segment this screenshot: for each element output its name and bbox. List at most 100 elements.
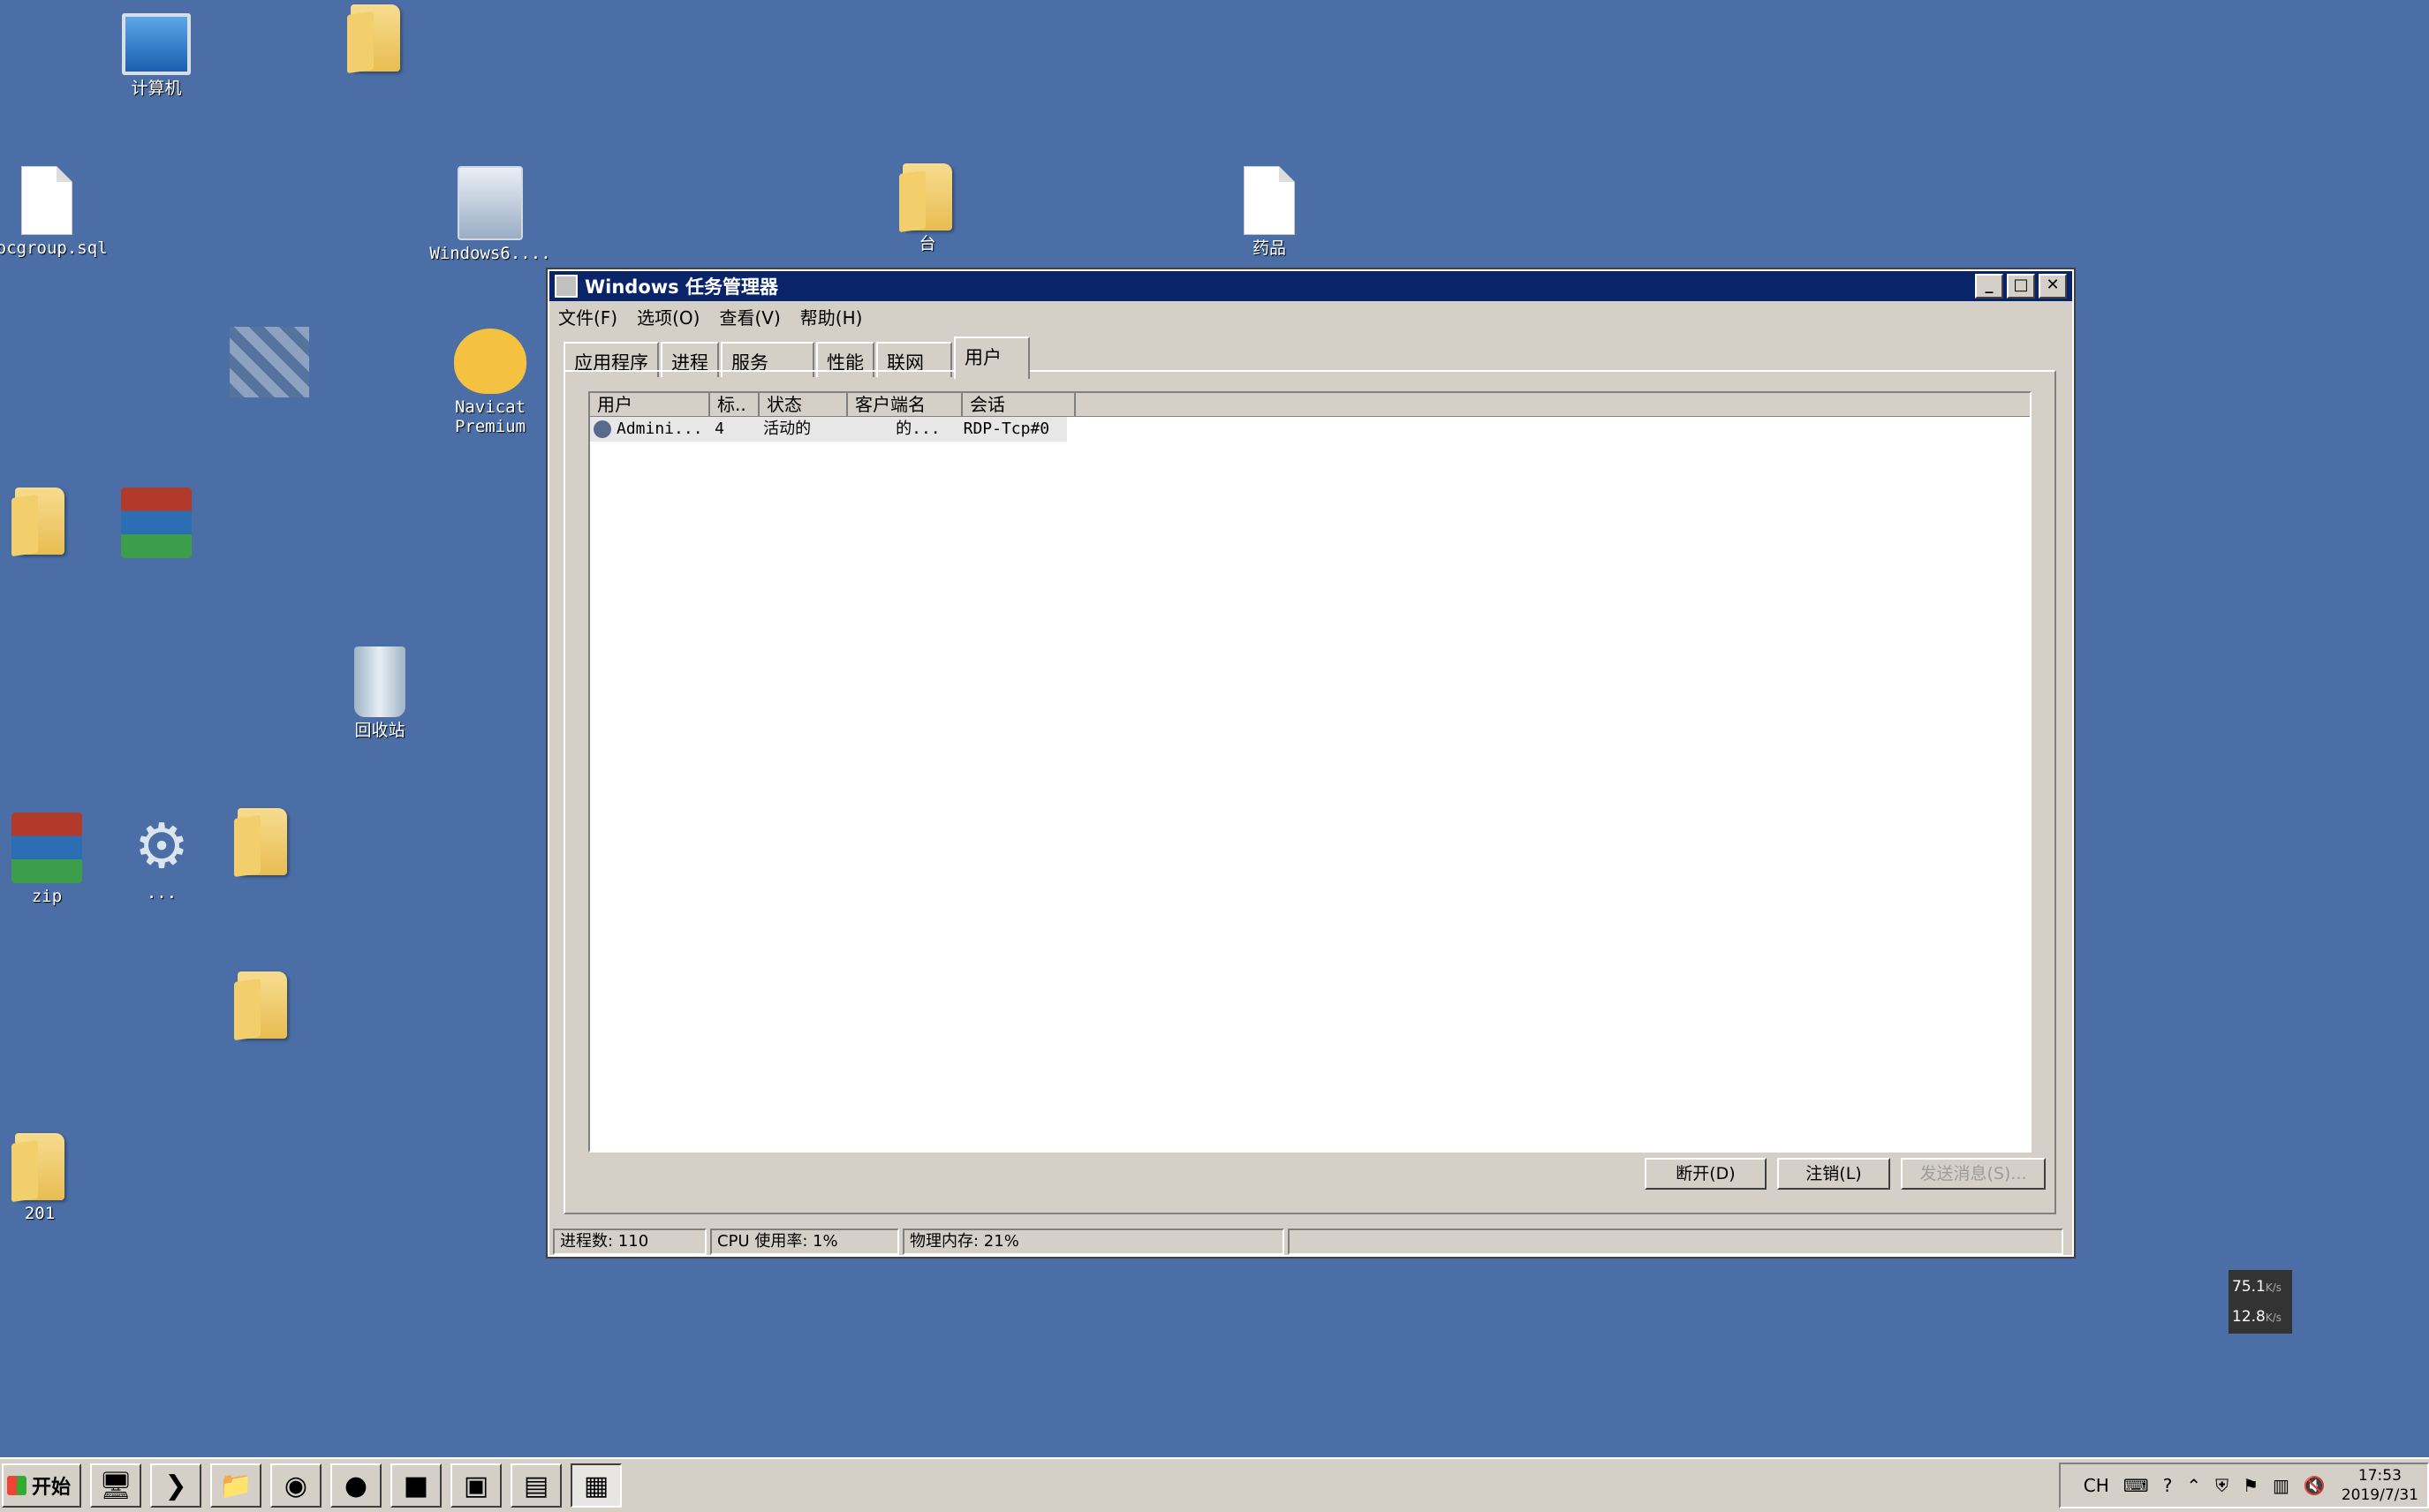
desktop-icon-recycle-bin[interactable]: 回收站 bbox=[305, 646, 455, 740]
folder-icon bbox=[15, 488, 64, 555]
folder-icon bbox=[903, 163, 952, 231]
gear-icon: ⚙ bbox=[133, 810, 190, 882]
security-icon[interactable]: ⛨ bbox=[2215, 1475, 2228, 1496]
column-id[interactable]: 标.. bbox=[710, 393, 760, 416]
column-status[interactable]: 状态 bbox=[760, 393, 848, 416]
filezilla-taskbar-button[interactable]: ■ bbox=[390, 1463, 443, 1508]
task-manager-icon: ▦ bbox=[583, 1470, 609, 1501]
menu-help[interactable]: 帮助(H) bbox=[800, 304, 863, 329]
windows-logo-icon bbox=[7, 1476, 26, 1495]
explorer-taskbar-button[interactable]: 📁 bbox=[210, 1463, 262, 1508]
desktop-icon-docgroup-sql[interactable]: docgroup.sql bbox=[0, 166, 122, 258]
powershell-taskbar-button[interactable]: ❯ bbox=[150, 1463, 202, 1508]
desktop-icon-folder[interactable] bbox=[187, 971, 337, 1039]
logoff-button[interactable]: 注销(L) bbox=[1777, 1158, 1890, 1190]
status-cpu: CPU 使用率: 1% bbox=[710, 1228, 899, 1255]
user-icon bbox=[594, 420, 611, 438]
app-taskbar-button[interactable]: ▣ bbox=[450, 1463, 503, 1508]
list-header: 用户 标.. 状态 客户端名 会话 bbox=[590, 393, 2030, 417]
column-user[interactable]: 用户 bbox=[590, 393, 710, 416]
filezilla-icon: ■ bbox=[403, 1470, 429, 1501]
desktop-icon-app[interactable] bbox=[81, 488, 231, 558]
minimize-button[interactable]: _ bbox=[1975, 274, 2003, 299]
app-icon: ▣ bbox=[463, 1470, 489, 1501]
help-icon[interactable]: ? bbox=[2163, 1475, 2173, 1496]
desktop-icon-label: docgroup.sql bbox=[0, 238, 108, 258]
network-icon[interactable]: ▥ bbox=[2273, 1475, 2289, 1496]
desktop-icon-navicat[interactable]: Navicat Premium bbox=[415, 329, 565, 436]
tab-strip: 应用程序 进程 服务 性能 联网 用户 bbox=[564, 336, 1032, 379]
desktop-icon-label: Navicat Premium bbox=[454, 397, 526, 436]
desktop-icon-folder[interactable] bbox=[300, 4, 450, 72]
cell-user: Admini... bbox=[590, 417, 708, 442]
cell-status: 活动的 bbox=[763, 420, 812, 438]
upload-speed: 75.1K/s bbox=[2232, 1278, 2282, 1296]
cell-user-text: Admini... bbox=[617, 420, 703, 438]
installer-icon bbox=[458, 166, 523, 240]
tab-users[interactable]: 用户 bbox=[954, 336, 1030, 379]
download-speed: 12.8K/s bbox=[2232, 1308, 2282, 1326]
flag-icon[interactable]: ⚑ bbox=[2243, 1475, 2259, 1496]
computer-icon bbox=[122, 13, 191, 75]
file-icon bbox=[1244, 166, 1295, 235]
volume-muted-icon[interactable]: 🔇 bbox=[2304, 1475, 2326, 1496]
language-indicator[interactable]: CH bbox=[2084, 1475, 2109, 1496]
status-processes: 进程数: 110 bbox=[553, 1228, 707, 1255]
menu-file[interactable]: 文件(F) bbox=[558, 304, 617, 329]
file-icon bbox=[21, 166, 72, 235]
title-bar[interactable]: Windows 任务管理器 _ □ ✕ bbox=[549, 271, 2072, 301]
disconnect-button[interactable]: 断开(D) bbox=[1645, 1158, 1767, 1190]
taskbar: 开始 🖥 ❯ 📁 ◉ ● ■ ▣ ▤ ▦ CH ⌨ ? ⌃ ⛨ ⚑ ▥ 🔇 17… bbox=[0, 1457, 2429, 1512]
desktop-icon-label: ... bbox=[146, 883, 178, 903]
window-title: Windows 任务管理器 bbox=[585, 276, 778, 298]
server-manager-taskbar-button[interactable]: 🖥 bbox=[90, 1463, 142, 1508]
send-message-button[interactable]: 发送消息(S)... bbox=[1901, 1158, 2046, 1190]
menu-options[interactable]: 选项(O) bbox=[637, 304, 700, 329]
users-panel: 用户 标.. 状态 客户端名 会话 Admini... 4 活动的 的... R… bbox=[564, 370, 2056, 1214]
desktop-icon-medicine-file[interactable]: 药品 bbox=[1194, 166, 1344, 258]
net-speed-widget: 75.1K/s 12.8K/s bbox=[2228, 1270, 2292, 1334]
menu-view[interactable]: 查看(V) bbox=[719, 304, 780, 329]
close-button[interactable]: ✕ bbox=[2039, 274, 2067, 299]
clock[interactable]: 17:53 2019/7/31 bbox=[2342, 1466, 2418, 1505]
system-tray: CH ⌨ ? ⌃ ⛨ ⚑ ▥ 🔇 17:53 2019/7/31 bbox=[2058, 1463, 2429, 1508]
folder-icon bbox=[238, 808, 287, 875]
table-row[interactable]: Admini... 4 活动的 的... RDP-Tcp#0 bbox=[590, 417, 1067, 442]
folder-icon: 📁 bbox=[219, 1470, 253, 1501]
desktop-icon-label: 药品 bbox=[1252, 238, 1286, 258]
desktop-icon-label: 201 bbox=[24, 1204, 56, 1223]
terminal-taskbar-button[interactable]: ▤ bbox=[511, 1463, 563, 1508]
app-icon bbox=[121, 488, 192, 558]
server-icon: 🖥 bbox=[98, 1470, 133, 1501]
chrome-icon: ◉ bbox=[284, 1470, 308, 1501]
task-manager-taskbar-button[interactable]: ▦ bbox=[571, 1463, 623, 1508]
desktop-icon-folder[interactable] bbox=[187, 808, 337, 875]
keyboard-icon[interactable]: ⌨ bbox=[2123, 1475, 2149, 1496]
menu-bar: 文件(F) 选项(O) 查看(V) 帮助(H) bbox=[549, 301, 2072, 331]
column-client-name[interactable]: 客户端名 bbox=[848, 393, 963, 416]
desktop-icon-label: 台 bbox=[919, 234, 936, 253]
task-manager-window: Windows 任务管理器 _ □ ✕ 文件(F) 选项(O) 查看(V) 帮助… bbox=[546, 268, 2076, 1259]
winrar-icon bbox=[11, 813, 82, 883]
terminal-icon: ▤ bbox=[523, 1470, 549, 1501]
chrome-taskbar-button[interactable]: ◉ bbox=[270, 1463, 322, 1508]
column-session[interactable]: 会话 bbox=[963, 393, 1076, 416]
desktop-icon-folder-platform[interactable]: 台 bbox=[852, 163, 1003, 253]
show-hidden-icons-icon[interactable]: ⌃ bbox=[2186, 1475, 2201, 1496]
start-label: 开始 bbox=[32, 1477, 72, 1499]
status-memory: 物理内存: 21% bbox=[903, 1228, 1284, 1255]
desktop-icon-blurred[interactable] bbox=[194, 327, 344, 397]
desktop-icon-folder-201[interactable]: 201 bbox=[0, 1133, 115, 1223]
desktop-icon-label: Windows6.... bbox=[429, 244, 551, 263]
desktop-icon-windows6[interactable]: Windows6.... bbox=[415, 166, 565, 263]
folder-icon bbox=[351, 4, 400, 72]
navicat-taskbar-button[interactable]: ● bbox=[330, 1463, 382, 1508]
desktop-icon-computer[interactable]: 计算机 bbox=[81, 13, 231, 98]
maximize-button[interactable]: □ bbox=[2007, 274, 2035, 299]
navicat-icon: ● bbox=[344, 1470, 368, 1501]
users-list[interactable]: 用户 标.. 状态 客户端名 会话 Admini... 4 活动的 的... R… bbox=[588, 391, 2032, 1153]
cell-session: RDP-Tcp#0 bbox=[963, 420, 1050, 438]
task-manager-icon bbox=[555, 275, 578, 298]
start-button[interactable]: 开始 bbox=[2, 1463, 82, 1508]
desktop-icon-label: 回收站 bbox=[354, 721, 405, 740]
